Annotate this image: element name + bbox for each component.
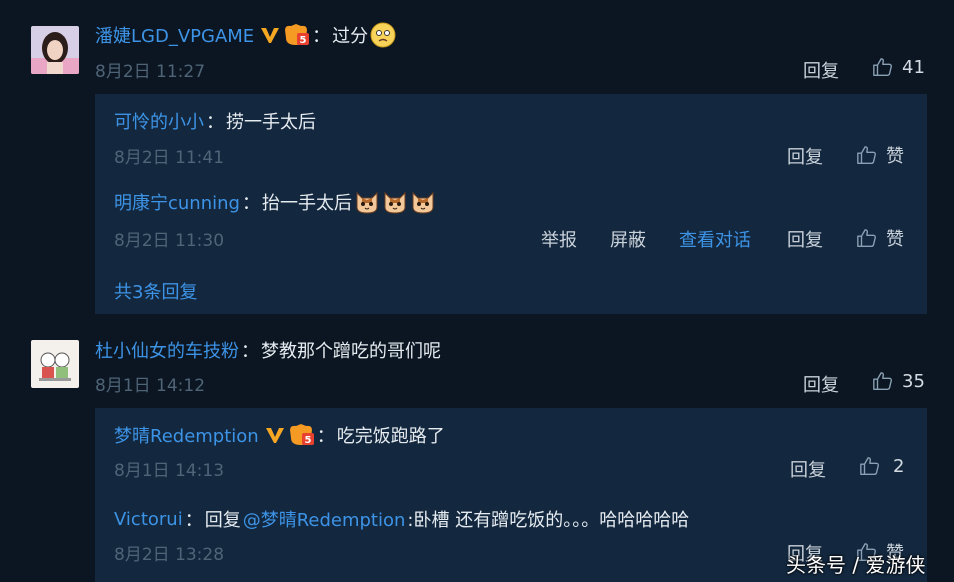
comment-header: 潘婕LGD_VPGAME 5 ： 过分 xyxy=(95,21,396,49)
like-label: 赞 xyxy=(886,146,904,167)
avatar[interactable] xyxy=(31,26,79,74)
verified-v-icon xyxy=(265,428,284,443)
svg-text:5: 5 xyxy=(304,435,311,446)
thumbs-up-icon xyxy=(872,56,894,78)
more-replies-link[interactable]: 共3条回复 xyxy=(114,278,197,304)
username-link[interactable]: 潘婕LGD_VPGAME xyxy=(95,22,254,48)
member-badge-icon: 5 xyxy=(285,24,310,46)
separator: ： xyxy=(312,26,331,47)
cat-emoji-icon xyxy=(354,189,380,215)
view-conversation-link[interactable]: 查看对话 xyxy=(679,226,751,252)
reply-time: 8月2日 13:28 xyxy=(114,545,225,565)
thumbs-up-icon xyxy=(856,144,878,166)
reply-prefix: 回复 xyxy=(204,510,241,531)
reply-time: 8月2日 11:30 xyxy=(114,231,225,251)
like-button[interactable]: 赞 xyxy=(856,142,904,168)
reply-text: 捞一手太后 xyxy=(226,112,316,133)
username-link[interactable]: 可怜的小小 xyxy=(114,108,204,134)
comment-time: 8月2日 11:27 xyxy=(95,62,206,82)
separator: ： xyxy=(241,193,260,214)
sad-emoji-icon xyxy=(370,22,396,48)
reply-header: 明康宁cunning ： 抬一手太后 xyxy=(114,188,436,216)
like-button[interactable]: 赞 xyxy=(856,225,904,251)
cat-emoji-icon xyxy=(410,189,436,215)
reply-time: 8月1日 14:13 xyxy=(114,461,225,481)
separator: ： xyxy=(184,510,203,531)
username-link[interactable]: Victorui xyxy=(114,509,183,530)
like-count: 35 xyxy=(902,370,925,392)
username-link[interactable]: 杜小仙女的车技粉 xyxy=(95,337,239,363)
reply-button[interactable]: 回复 xyxy=(787,143,823,169)
separator: ： xyxy=(316,426,335,447)
reply-button[interactable]: 回复 xyxy=(790,456,826,482)
reply-time: 8月2日 11:41 xyxy=(114,148,225,168)
reply-button[interactable]: 回复 xyxy=(787,226,823,252)
member-badge-icon: 5 xyxy=(289,424,314,446)
reply-text: :卧槽 还有蹭吃饭的。。。哈哈哈哈哈 xyxy=(407,510,690,531)
report-button[interactable]: 举报 xyxy=(541,226,577,252)
reply-text: 抬一手太后 xyxy=(261,193,352,214)
thumbs-up-icon xyxy=(856,227,878,249)
reply-header: Victorui ： 回复 @梦晴Redemption :卧槽 还有蹭吃饭的。。… xyxy=(114,506,689,532)
svg-text:5: 5 xyxy=(300,35,307,46)
username-link[interactable]: 梦晴Redemption xyxy=(114,422,259,448)
block-button[interactable]: 屏蔽 xyxy=(610,226,646,252)
thumbs-up-icon xyxy=(872,370,894,392)
like-count: 2 xyxy=(893,455,905,477)
username-link[interactable]: 明康宁cunning xyxy=(114,189,240,215)
like-count: 41 xyxy=(902,56,925,78)
watermark: 头条号 / 爱游侠 xyxy=(786,553,926,577)
reply-header: 梦晴Redemption 5 ： 吃完饭跑路了 xyxy=(114,421,445,449)
like-button[interactable]: 2 xyxy=(859,455,904,477)
reply-text: 吃完饭跑路了 xyxy=(336,426,445,447)
reply-header: 可怜的小小 ： 捞一手太后 xyxy=(114,108,316,134)
comment-text: 过分 xyxy=(332,26,369,47)
comment-text: 梦教那个蹭吃的哥们呢 xyxy=(261,341,441,362)
like-button[interactable]: 41 xyxy=(872,56,925,78)
comment-time: 8月1日 14:12 xyxy=(95,376,206,396)
verified-v-icon xyxy=(261,28,280,43)
mention-link[interactable]: @梦晴Redemption xyxy=(243,506,406,532)
reply-button[interactable]: 回复 xyxy=(803,57,839,83)
cat-emoji-icon xyxy=(382,189,408,215)
reply-button[interactable]: 回复 xyxy=(803,371,839,397)
like-label: 赞 xyxy=(886,229,904,250)
avatar[interactable] xyxy=(31,340,79,388)
like-button[interactable]: 35 xyxy=(872,370,925,392)
separator: ： xyxy=(241,341,259,362)
thumbs-up-icon xyxy=(859,455,881,477)
comment-header: 杜小仙女的车技粉 ： 梦教那个蹭吃的哥们呢 xyxy=(95,337,441,363)
separator: ： xyxy=(206,112,224,133)
